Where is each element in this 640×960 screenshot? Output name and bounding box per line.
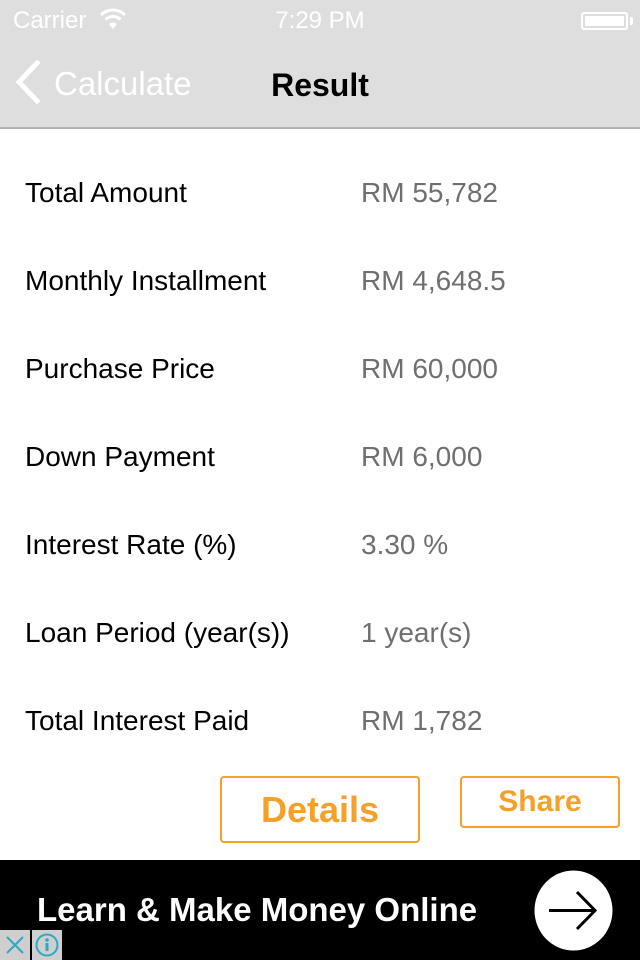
result-label: Down Payment [25,441,215,472]
navigation-header: Carrier 7:29 PM Calculate Result [0,0,640,129]
arrow-right-circle-icon[interactable] [533,870,614,951]
result-value: 3.30 % [361,529,449,560]
result-label: Purchase Price [25,353,215,384]
page-title: Result [271,67,369,103]
battery-full-icon [581,12,628,30]
result-value: RM 4,648.5 [361,265,506,296]
result-value: 1 year(s) [361,617,472,648]
status-time: 7:29 PM [275,7,365,34]
status-bar: Carrier 7:29 PM [0,0,640,40]
result-label: Monthly Installment [25,265,267,296]
share-button[interactable]: Share [460,776,620,828]
info-icon[interactable] [32,930,62,960]
result-row-total-amount: Total Amount RM 55,782 [0,151,640,239]
result-label: Loan Period (year(s)) [25,617,290,648]
nav-bar: Calculate Result [0,40,640,128]
close-icon[interactable] [0,930,30,960]
result-value: RM 6,000 [361,441,483,472]
result-list: Total Amount RM 55,782 Monthly Installme… [0,151,640,767]
result-row-interest-rate: Interest Rate (%) 3.30 % [0,503,640,591]
details-button[interactable]: Details [220,776,420,843]
battery-tip [630,17,633,25]
result-row-total-interest: Total Interest Paid RM 1,782 [0,679,640,767]
ad-text[interactable]: Learn & Make Money Online [37,891,477,929]
result-value: RM 1,782 [361,705,483,736]
result-label: Total Amount [25,177,187,208]
result-row-monthly-installment: Monthly Installment RM 4,648.5 [0,239,640,327]
result-value: RM 55,782 [361,177,498,208]
result-label: Interest Rate (%) [25,529,237,560]
result-value: RM 60,000 [361,353,498,384]
result-row-purchase-price: Purchase Price RM 60,000 [0,327,640,415]
result-row-loan-period: Loan Period (year(s)) 1 year(s) [0,591,640,679]
result-label: Total Interest Paid [25,705,250,736]
result-row-down-payment: Down Payment RM 6,000 [0,415,640,503]
